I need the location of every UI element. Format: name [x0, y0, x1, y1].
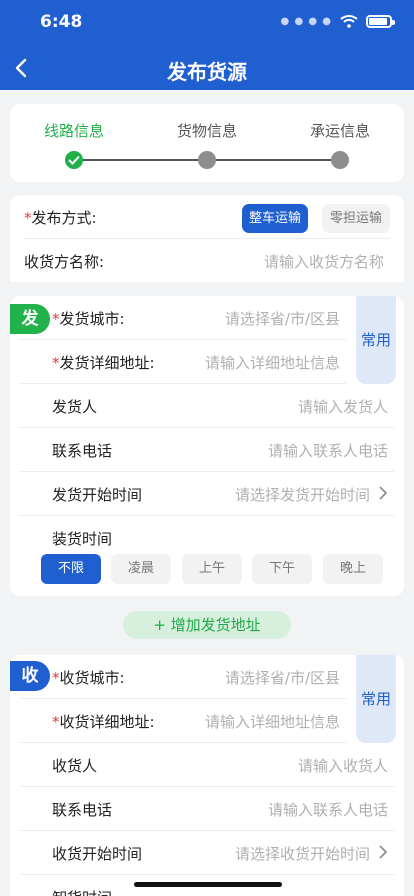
recv-city-row[interactable]: *收货城市: 请选择省/市/区县	[20, 655, 346, 699]
status-icons: ● ● ● ●	[280, 14, 395, 28]
recv-address-row[interactable]: *收货详细地址: 请输入详细地址信息	[20, 699, 346, 743]
recv-city-label: *收货城市:	[52, 669, 125, 687]
receiver-label: 收货人	[52, 757, 98, 775]
step-done-check-icon	[65, 151, 83, 169]
step-pending-dot	[331, 151, 349, 169]
time-option-dawn[interactable]: 凌晨	[111, 554, 171, 584]
shipper-row[interactable]: 发货人 请输入发货人	[20, 384, 394, 428]
progress-steps: 线路信息 货物信息 承运信息	[10, 104, 404, 182]
receiver-input[interactable]: 请输入收货人	[298, 755, 388, 776]
ship-start-time-input[interactable]: 请选择发货开始时间	[235, 484, 370, 505]
publish-method-label: *发布方式:	[24, 209, 97, 227]
unloading-time-label: 卸货时间	[52, 887, 112, 896]
add-ship-address-button[interactable]: + 增加发货地址	[123, 611, 291, 639]
ship-phone-row[interactable]: 联系电话 请输入联系人电话	[20, 428, 394, 472]
recv-phone-input[interactable]: 请输入联系人电话	[268, 799, 388, 820]
ship-start-time-label: 发货开始时间	[52, 486, 143, 504]
step-carrier-label[interactable]: 承运信息	[280, 120, 400, 141]
step-connector	[83, 159, 207, 161]
recv-start-time-label: 收货开始时间	[52, 845, 143, 863]
time-option-morning[interactable]: 上午	[182, 554, 242, 584]
ltl-option[interactable]: 零担运输	[322, 204, 390, 233]
receiver-row[interactable]: 收货人 请输入收货人	[20, 743, 394, 787]
recv-start-time-input[interactable]: 请选择收货开始时间	[235, 843, 370, 864]
step-cargo-label[interactable]: 货物信息	[147, 120, 267, 141]
recv-badge: 收	[10, 661, 50, 691]
publish-method-card: *发布方式: 整车运输 零担运输 收货方名称: 请输入收货方名称	[10, 195, 404, 282]
receiving-address-card: 常用 *收货城市: 请选择省/市/区县 *收货详细地址: 请输入详细地址信息 收…	[10, 655, 404, 896]
recv-start-time-row[interactable]: 收货开始时间 请选择收货开始时间	[20, 831, 394, 875]
full-truck-option[interactable]: 整车运输	[242, 204, 308, 233]
publish-method-row: *发布方式: 整车运输 零担运输	[24, 195, 390, 239]
recv-common-button[interactable]: 常用	[356, 655, 396, 743]
time-option-evening[interactable]: 晚上	[323, 554, 383, 584]
chevron-right-icon	[379, 486, 388, 500]
step-route-label[interactable]: 线路信息	[14, 120, 134, 141]
time-option-any[interactable]: 不限	[41, 554, 101, 584]
status-time: 6:48	[40, 12, 83, 32]
shipper-label: 发货人	[52, 398, 98, 416]
home-indicator	[134, 882, 282, 887]
ship-address-input[interactable]: 请输入详细地址信息	[205, 352, 340, 373]
time-option-afternoon[interactable]: 下午	[252, 554, 312, 584]
ship-city-input[interactable]: 请选择省/市/区县	[225, 308, 340, 329]
ship-start-time-row[interactable]: 发货开始时间 请选择发货开始时间	[20, 472, 394, 516]
ship-phone-input[interactable]: 请输入联系人电话	[268, 440, 388, 461]
recv-city-input[interactable]: 请选择省/市/区县	[225, 667, 340, 688]
wifi-icon	[340, 15, 358, 28]
ship-city-label: *发货城市:	[52, 310, 125, 328]
ship-city-row[interactable]: *发货城市: 请选择省/市/区县	[20, 296, 346, 340]
recv-phone-row[interactable]: 联系电话 请输入联系人电话	[20, 787, 394, 831]
ship-phone-label: 联系电话	[52, 442, 113, 460]
battery-icon	[366, 14, 395, 28]
step-pending-dot	[198, 151, 216, 169]
header: 6:48 ● ● ● ● 发布货源	[0, 0, 414, 90]
receiver-name-row[interactable]: 收货方名称: 请输入收货方名称	[24, 239, 390, 282]
page-title: 发布货源	[167, 60, 247, 84]
recv-phone-label: 联系电话	[52, 801, 113, 819]
ship-address-label: *发货详细地址:	[52, 354, 155, 372]
loading-time-label: 装货时间	[52, 530, 113, 548]
recv-address-input[interactable]: 请输入详细地址信息	[205, 711, 340, 732]
step-connector	[216, 159, 340, 161]
shipper-input[interactable]: 请输入发货人	[298, 396, 388, 417]
ship-address-row[interactable]: *发货详细地址: 请输入详细地址信息	[20, 340, 346, 384]
signal-icon: ● ● ● ●	[280, 15, 332, 27]
receiver-name-label: 收货方名称:	[24, 253, 105, 271]
ship-badge: 发	[10, 304, 50, 334]
shipping-address-card: 常用 *发货城市: 请选择省/市/区县 *发货详细地址: 请输入详细地址信息 发…	[10, 296, 404, 596]
receiver-name-input[interactable]: 请输入收货方名称	[264, 251, 384, 272]
recv-address-label: *收货详细地址:	[52, 713, 155, 731]
ship-common-button[interactable]: 常用	[356, 296, 396, 384]
chevron-right-icon	[379, 845, 388, 859]
